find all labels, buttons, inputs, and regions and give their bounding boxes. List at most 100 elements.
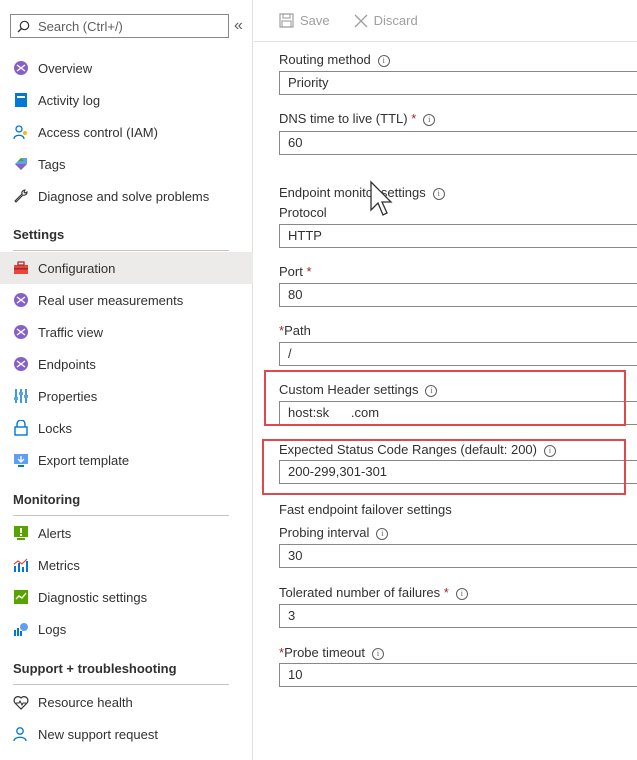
section-settings: Settings — [13, 227, 65, 242]
properties-icon — [12, 387, 30, 405]
sidebar-item-real-user-measurements[interactable]: Real user measurements — [0, 284, 253, 316]
routing-method-label: Routing method i — [279, 52, 390, 67]
traffic-manager-icon — [12, 323, 30, 341]
sidebar-item-diagnostic-settings[interactable]: Diagnostic settings — [0, 581, 253, 613]
sidebar-item-diagnose[interactable]: Diagnose and solve problems — [0, 180, 253, 212]
probe-timeout-label: *Probe timeout i — [279, 645, 384, 660]
collapse-sidebar-icon[interactable]: « — [234, 17, 243, 35]
dns-ttl-input[interactable]: 60 — [279, 131, 637, 155]
sidebar-item-label: Tags — [38, 156, 66, 172]
sidebar-item-label: Diagnose and solve problems — [38, 188, 210, 204]
divider — [13, 684, 229, 685]
sidebar-item-configuration[interactable]: Configuration — [0, 252, 253, 284]
sidebar-item-label: Locks — [38, 420, 72, 436]
info-icon[interactable]: i — [377, 55, 390, 67]
info-icon[interactable]: i — [455, 588, 468, 600]
wrench-icon — [12, 187, 30, 205]
sidebar-item-access-control[interactable]: Access control (IAM) — [0, 116, 253, 148]
discard-label: Discard — [373, 13, 418, 28]
divider — [13, 250, 229, 251]
sidebar-item-label: Logs — [38, 621, 67, 637]
sidebar-item-label: Activity log — [38, 92, 101, 108]
dns-ttl-label: DNS time to live (TTL) * i — [279, 111, 436, 126]
toolbox-icon — [12, 259, 30, 277]
logs-icon — [12, 620, 30, 638]
sidebar-item-label: New support request — [38, 726, 158, 742]
sidebar-item-resource-health[interactable]: Resource health — [0, 686, 253, 718]
sidebar-item-properties[interactable]: Properties — [0, 380, 253, 412]
info-icon[interactable]: i — [432, 188, 445, 200]
sidebar-item-label: Overview — [38, 60, 93, 76]
sidebar-item-alerts[interactable]: Alerts — [0, 517, 253, 549]
discard-button[interactable]: Discard — [354, 13, 418, 28]
search-box[interactable] — [10, 14, 229, 38]
sidebar-item-traffic-view[interactable]: Traffic view — [0, 316, 253, 348]
sidebar-item-label: Endpoints — [38, 356, 96, 372]
sidebar-item-label: Alerts — [38, 525, 72, 541]
overview-icon — [12, 59, 30, 77]
fast-failover-heading: Fast endpoint failover settings — [279, 502, 452, 517]
lock-icon — [12, 419, 30, 437]
sidebar-item-label: Properties — [38, 388, 98, 404]
export-icon — [12, 451, 30, 469]
protocol-label: Protocol — [279, 205, 327, 220]
sidebar-item-label: Resource health — [38, 694, 133, 710]
sidebar-item-new-support-request[interactable]: New support request — [0, 718, 253, 750]
sidebar-item-logs[interactable]: Logs — [0, 613, 253, 645]
probing-interval-label: Probing interval i — [279, 525, 389, 540]
port-label: Port * — [279, 264, 312, 279]
endpoint-monitor-settings-heading: Endpoint monitor settings i — [279, 185, 445, 200]
sidebar-item-metrics[interactable]: Metrics — [0, 549, 253, 581]
sidebar-item-locks[interactable]: Locks — [0, 412, 253, 444]
diagnostic-icon — [12, 588, 30, 606]
save-label: Save — [300, 13, 330, 28]
sidebar-item-label: Metrics — [38, 557, 80, 573]
metrics-icon — [12, 556, 30, 574]
search-icon — [17, 20, 30, 32]
sidebar-item-label: Configuration — [38, 260, 116, 276]
traffic-manager-icon — [12, 355, 30, 373]
sidebar-item-label: Diagnostic settings — [38, 589, 148, 605]
sidebar: « Overview Activity log Access control (… — [0, 0, 253, 760]
mouse-cursor-icon — [370, 180, 393, 216]
alert-icon — [12, 524, 30, 542]
info-icon[interactable]: i — [376, 528, 389, 540]
path-label: *Path — [279, 323, 311, 338]
sidebar-item-tags[interactable]: Tags — [0, 148, 253, 180]
probing-interval-select[interactable]: 30 — [279, 544, 637, 568]
traffic-manager-icon — [12, 291, 30, 309]
access-control-icon — [12, 123, 30, 141]
path-input[interactable]: / — [279, 342, 637, 366]
sidebar-item-label: Export template — [38, 452, 130, 468]
sidebar-item-label: Access control (IAM) — [38, 124, 158, 140]
heart-icon — [12, 693, 30, 711]
sidebar-item-activity-log[interactable]: Activity log — [0, 84, 253, 116]
sidebar-item-label: Real user measurements — [38, 292, 184, 308]
support-icon — [12, 725, 30, 743]
section-monitoring: Monitoring — [13, 492, 81, 507]
port-input[interactable]: 80 — [279, 283, 637, 307]
info-icon[interactable]: i — [372, 648, 384, 660]
status-code-highlight — [262, 439, 626, 495]
save-icon — [279, 13, 294, 28]
probe-timeout-input[interactable]: 10 — [279, 663, 637, 687]
sidebar-item-endpoints[interactable]: Endpoints — [0, 348, 253, 380]
routing-method-select[interactable]: Priority — [279, 71, 637, 95]
section-support: Support + troubleshooting — [13, 661, 177, 676]
sidebar-item-export-template[interactable]: Export template — [0, 444, 253, 476]
toolbar: Save Discard — [254, 0, 637, 42]
info-icon[interactable]: i — [423, 114, 436, 126]
configuration-pane: Save Discard Routing method i Priority DN… — [254, 0, 637, 760]
tolerated-failures-input[interactable]: 3 — [279, 604, 637, 628]
activity-log-icon — [12, 91, 30, 109]
sidebar-item-overview[interactable]: Overview — [0, 52, 253, 84]
tag-icon — [12, 155, 30, 173]
tolerated-failures-label: Tolerated number of failures * i — [279, 585, 468, 600]
protocol-select[interactable]: HTTP — [279, 224, 637, 248]
custom-header-highlight — [264, 370, 626, 426]
save-button[interactable]: Save — [279, 13, 330, 28]
divider — [13, 515, 229, 516]
search-input[interactable] — [38, 18, 208, 34]
sidebar-item-label: Traffic view — [38, 324, 104, 340]
close-icon — [354, 14, 368, 27]
